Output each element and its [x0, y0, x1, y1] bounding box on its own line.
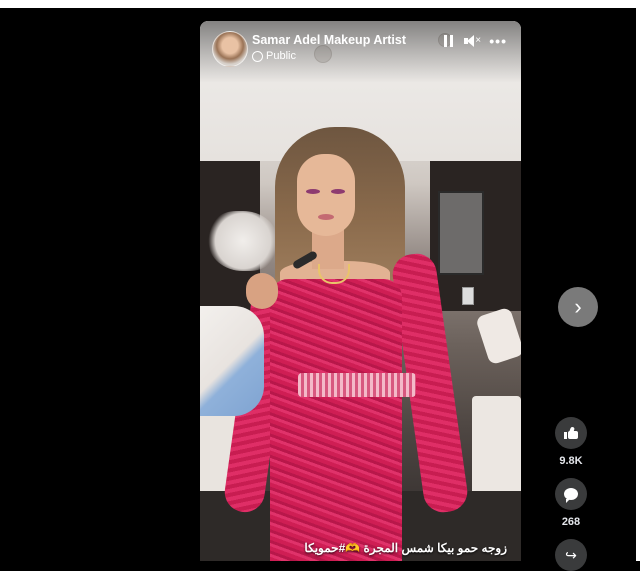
- share-button[interactable]: ↪: [555, 539, 587, 571]
- header-gradient: [200, 21, 521, 83]
- right-border: [636, 0, 640, 561]
- thumbs-up-icon: [564, 426, 578, 439]
- pause-icon[interactable]: [444, 35, 454, 47]
- pink-dress: [270, 279, 402, 561]
- sequin-belt: [298, 373, 416, 397]
- artist-hand: [246, 273, 278, 309]
- lips: [318, 214, 334, 220]
- avatar[interactable]: [212, 31, 248, 67]
- comment-button[interactable]: [555, 478, 587, 510]
- page-name-link[interactable]: Samar Adel Makeup Artist: [252, 33, 406, 47]
- top-border: [0, 0, 640, 8]
- comment-count: 268: [561, 516, 581, 528]
- eye: [331, 189, 345, 194]
- reel-video[interactable]: Samar Adel Makeup Artist Public × ••• زو…: [200, 21, 521, 561]
- video-caption: زوجه حمو بيكا شمس المجرة 🫶#حمويكا: [304, 541, 507, 555]
- like-button[interactable]: [555, 417, 587, 449]
- like-count: 9.8K: [559, 455, 583, 467]
- artist-arm: [200, 306, 264, 416]
- privacy-indicator: Public: [252, 50, 296, 62]
- eye: [306, 189, 320, 194]
- next-video-button[interactable]: ›: [558, 287, 598, 327]
- video-controls: × •••: [444, 34, 507, 48]
- volume-muted-icon[interactable]: ×: [464, 35, 481, 47]
- face: [297, 154, 355, 236]
- globe-icon: [252, 50, 263, 62]
- privacy-label: Public: [266, 50, 296, 62]
- chevron-right-icon: ›: [574, 294, 582, 319]
- more-dots-icon[interactable]: •••: [489, 34, 507, 48]
- model-figure: [200, 21, 521, 561]
- comment-bubble-icon: [564, 488, 578, 503]
